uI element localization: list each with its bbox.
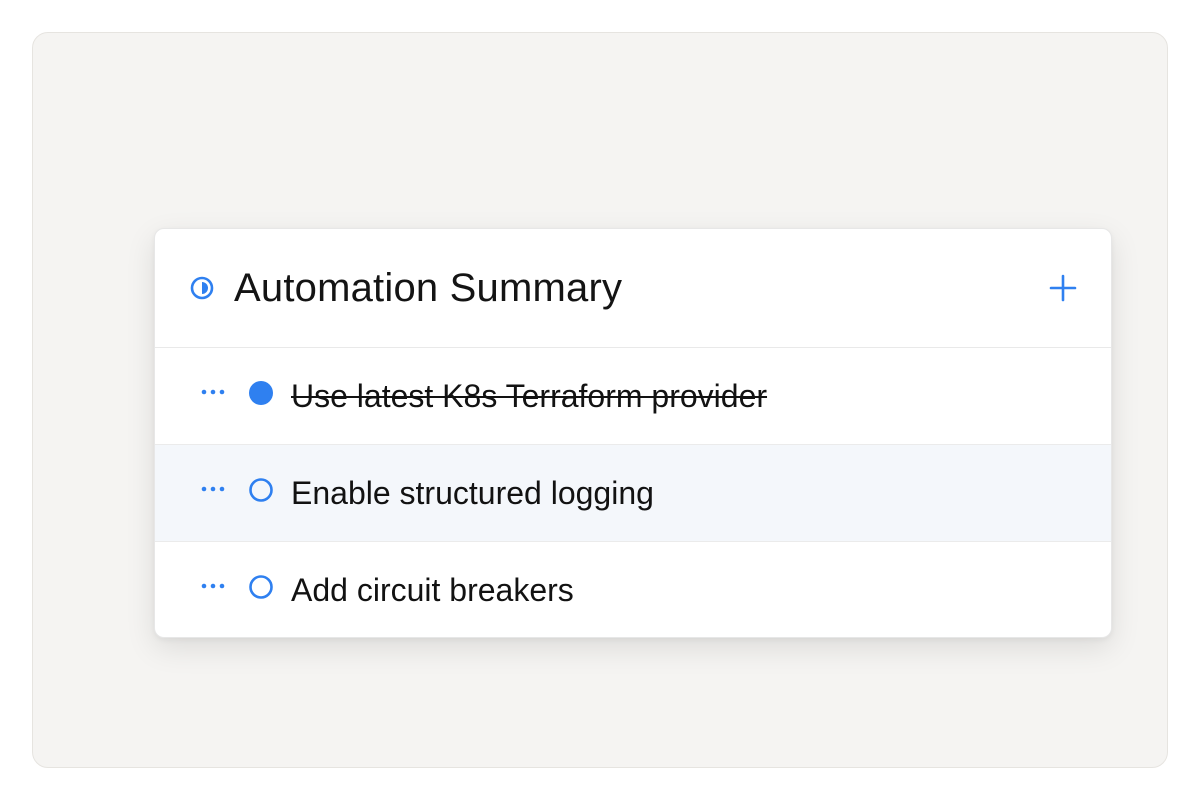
- list-item-label: Use latest K8s Terraform provider: [291, 377, 768, 414]
- more-dots-icon[interactable]: [199, 479, 231, 499]
- card-title: Automation Summary: [234, 265, 623, 310]
- card-header: Automation Summary: [155, 229, 1111, 348]
- list-item-label: Add circuit breakers: [291, 571, 574, 608]
- more-dots-icon[interactable]: [199, 576, 231, 596]
- add-item-button[interactable]: [1043, 268, 1083, 308]
- completed-circle-icon[interactable]: [247, 379, 275, 407]
- list-item[interactable]: Use latest K8s Terraform provider: [155, 348, 1111, 445]
- canvas-background: Automation Summary Use latest K8s Terraf…: [32, 32, 1168, 768]
- list-item[interactable]: Enable structured logging: [155, 445, 1111, 542]
- half-circle-status-icon: [189, 275, 215, 301]
- plus-icon: [1049, 274, 1077, 302]
- more-dots-icon[interactable]: [199, 382, 231, 402]
- empty-circle-icon[interactable]: [247, 573, 275, 601]
- list-item-label: Enable structured logging: [291, 474, 654, 511]
- empty-circle-icon[interactable]: [247, 476, 275, 504]
- automation-summary-card: Automation Summary Use latest K8s Terraf…: [154, 228, 1112, 638]
- list-item[interactable]: Add circuit breakers: [155, 542, 1111, 637]
